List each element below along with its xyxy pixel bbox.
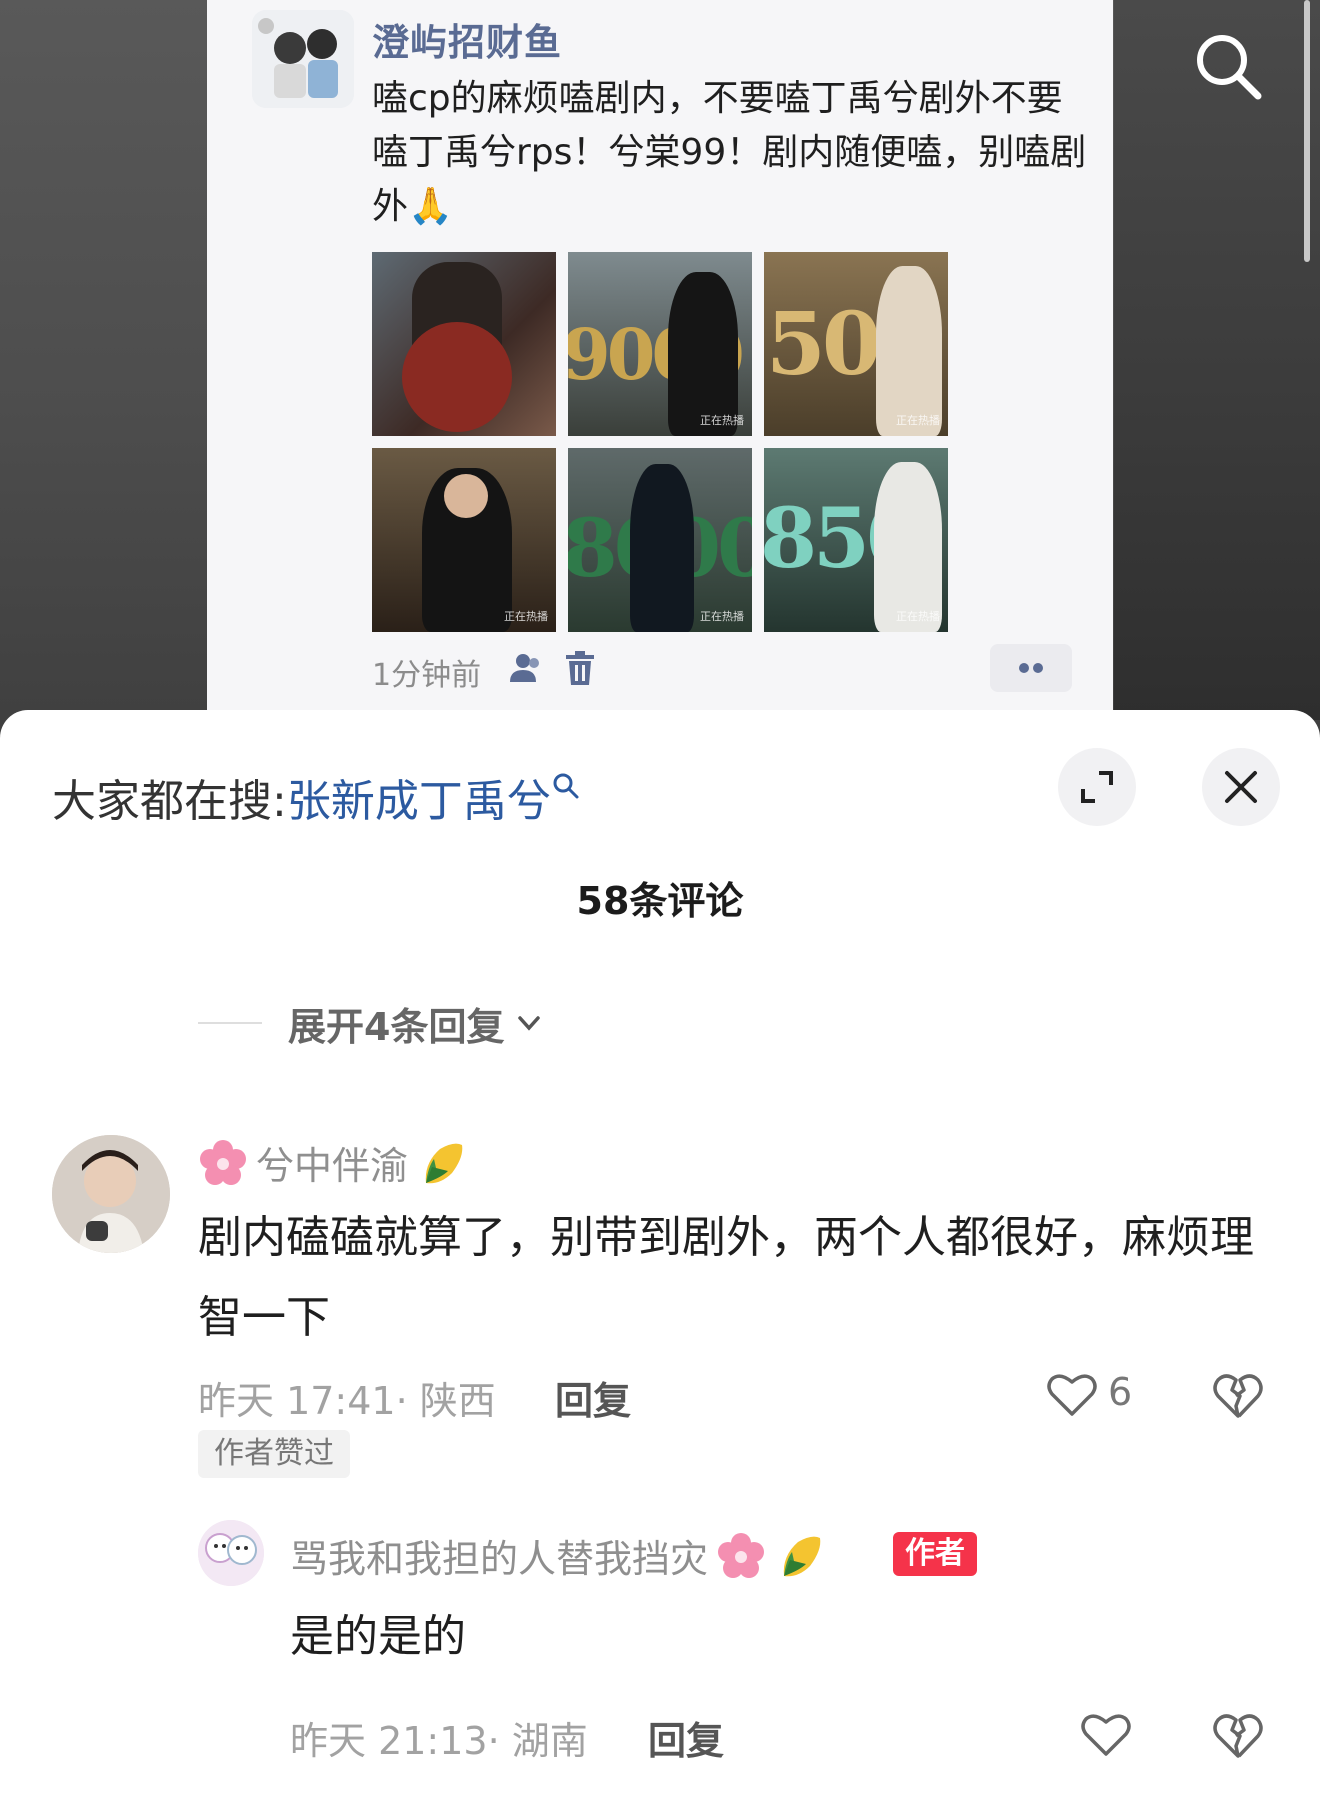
people-icon[interactable] xyxy=(507,650,543,686)
post-avatar[interactable] xyxy=(252,10,354,108)
heart-icon[interactable] xyxy=(1046,1370,1098,1418)
photo-tag: 正在热播 xyxy=(896,414,940,427)
expand-button[interactable] xyxy=(1058,748,1136,826)
close-icon xyxy=(1225,771,1257,803)
expand-icon xyxy=(1081,771,1113,803)
photo-thumbnail[interactable]: 850 正在热播 xyxy=(764,448,948,632)
reply-text: 是的是的 xyxy=(290,1611,466,1662)
heart-icon[interactable] xyxy=(1080,1710,1132,1758)
photo-thumbnail[interactable] xyxy=(372,252,556,436)
comment-text: 剧内磕磕就算了，别带到剧外，两个人都很好，麻烦理智一下 xyxy=(198,1212,1254,1343)
reply-username[interactable]: 骂我和我担的人替我挡灾 xyxy=(290,1528,828,1583)
comment-meta: 昨天 17:41· 陕西 xyxy=(198,1379,496,1423)
photo-tag: 正在热播 xyxy=(700,414,744,427)
expand-replies[interactable]: 展开4条回复 xyxy=(198,998,544,1049)
scrollbar[interactable] xyxy=(1304,0,1310,262)
photo-tag: 正在热播 xyxy=(700,610,744,623)
username-text: 骂我和我担的人替我挡灾 xyxy=(290,1537,709,1581)
post-author-name[interactable]: 澄屿招财鱼 xyxy=(372,12,562,66)
username-text: 兮中伴渝 xyxy=(256,1144,409,1188)
avatar[interactable] xyxy=(198,1520,264,1586)
expand-replies-label: 展开4条回复 xyxy=(288,1004,505,1049)
reply-button[interactable]: 回复 xyxy=(648,1710,724,1765)
author-badge: 作者 xyxy=(893,1532,977,1576)
flower-emoji-icon xyxy=(200,1139,246,1185)
photo-tag: 正在热播 xyxy=(504,610,548,623)
background-blur xyxy=(1114,0,1320,720)
author-liked-badge: 作者赞过 xyxy=(198,1430,350,1478)
hot-search[interactable]: 大家都在搜:张新成丁禹兮 xyxy=(52,765,581,829)
search-icon[interactable] xyxy=(1190,28,1266,104)
divider xyxy=(198,1022,262,1024)
photo-tag: 正在热播 xyxy=(896,610,940,623)
close-button[interactable] xyxy=(1202,748,1280,826)
broken-heart-icon[interactable] xyxy=(1212,1710,1264,1760)
search-icon xyxy=(553,773,579,799)
hot-search-keyword[interactable]: 张新成丁禹兮 xyxy=(287,776,551,827)
photo-thumbnail[interactable]: 500 正在热播 xyxy=(764,252,948,436)
avatar[interactable] xyxy=(52,1135,170,1253)
more-button[interactable] xyxy=(990,644,1072,692)
corn-emoji-icon xyxy=(425,1143,463,1183)
photo-thumbnail[interactable]: 正在热播 xyxy=(372,448,556,632)
chevron-down-icon xyxy=(518,1016,541,1031)
comment-sheet: 大家都在搜:张新成丁禹兮 58条评论 展开4条回复 兮中伴渝 剧内磕磕就算了，别… xyxy=(0,710,1320,1799)
trash-icon[interactable] xyxy=(564,650,596,686)
photo-grid: 9000 正在热播 500 正在热播 正在热播 8000 正在热播 850 正在… xyxy=(372,252,948,632)
photo-thumbnail[interactable]: 8000 正在热播 xyxy=(568,448,752,632)
comment-username[interactable]: 兮中伴渝 xyxy=(198,1135,470,1190)
post-time: 1分钟前 xyxy=(372,658,482,693)
reply-button[interactable]: 回复 xyxy=(555,1370,631,1425)
like-count: 6 xyxy=(1108,1370,1133,1414)
flower-emoji-icon xyxy=(718,1532,765,1578)
broken-heart-icon[interactable] xyxy=(1212,1370,1264,1420)
hot-search-label: 大家都在搜: xyxy=(52,776,287,827)
corn-emoji-icon xyxy=(783,1536,821,1576)
more-icon xyxy=(1019,663,1043,673)
comment-count: 58条评论 xyxy=(576,879,744,923)
post-text: 嗑cp的麻烦嗑剧内，不要嗑丁禹兮剧外不要嗑丁禹兮rps！兮棠99！剧内随便嗑，别… xyxy=(372,78,1087,227)
photo-thumbnail[interactable]: 9000 正在热播 xyxy=(568,252,752,436)
reply-meta: 昨天 21:13· 湖南 xyxy=(290,1719,588,1763)
moment-post: 澄屿招财鱼 嗑cp的麻烦嗑剧内，不要嗑丁禹兮剧外不要嗑丁禹兮rps！兮棠99！剧… xyxy=(207,0,1310,740)
